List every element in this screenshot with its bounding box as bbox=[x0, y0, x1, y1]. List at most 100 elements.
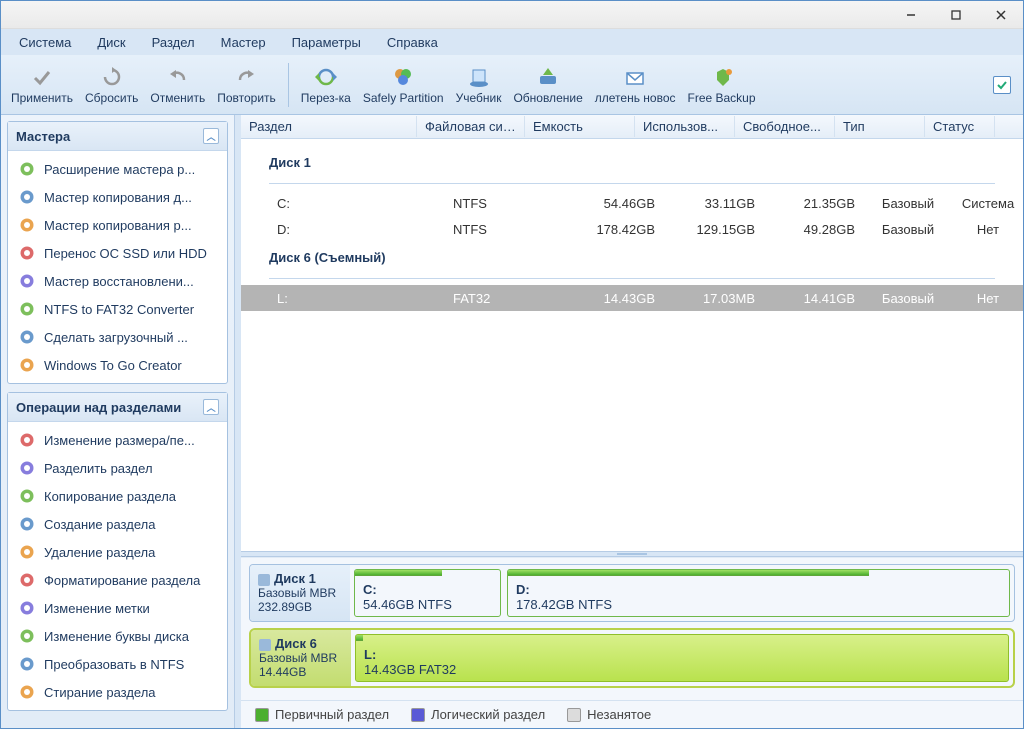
maximize-button[interactable] bbox=[933, 1, 978, 29]
table-row[interactable]: L:FAT3214.43GB17.03MB14.41GBБазовыйНет bbox=[241, 285, 1023, 311]
operation-icon bbox=[18, 599, 36, 617]
toolbar-label: Free Backup bbox=[688, 91, 756, 105]
column-header[interactable]: Файловая сист... bbox=[417, 116, 525, 137]
wizard-item[interactable]: Расширение мастера р... bbox=[8, 155, 227, 183]
disk-group-label: Диск 6 (Съемный) bbox=[241, 242, 1023, 274]
toolbar-book-button[interactable]: Учебник bbox=[450, 63, 508, 107]
column-header[interactable]: Свободное... bbox=[735, 116, 835, 137]
operation-icon bbox=[18, 459, 36, 477]
wizard-item[interactable]: Мастер восстановлени... bbox=[8, 267, 227, 295]
legend-item: Незанятое bbox=[567, 707, 651, 723]
wizard-icon bbox=[18, 356, 36, 374]
wizard-item-label: NTFS to FAT32 Converter bbox=[44, 302, 194, 317]
wizard-item[interactable]: Windows To Go Creator bbox=[8, 351, 227, 379]
close-button[interactable] bbox=[978, 1, 1023, 29]
operation-item[interactable]: Изменение размера/пе... bbox=[8, 426, 227, 454]
menu-Справка[interactable]: Справка bbox=[377, 32, 448, 53]
check-icon bbox=[30, 65, 54, 89]
wizard-item-label: Мастер копирования р... bbox=[44, 218, 192, 233]
table-row[interactable]: C:NTFS54.46GB33.11GB21.35GBБазовыйСистем… bbox=[241, 190, 1023, 216]
disk-icon bbox=[259, 639, 271, 651]
toolbar-backup-button[interactable]: Free Backup bbox=[682, 63, 762, 107]
table-cell: Система bbox=[953, 196, 1023, 211]
operation-item[interactable]: Разделить раздел bbox=[8, 454, 227, 482]
column-header[interactable]: Использов... bbox=[635, 116, 735, 137]
diskmap-row[interactable]: Диск 1Базовый MBR232.89GB C:54.46GB NTFS… bbox=[249, 564, 1015, 622]
wizard-item-label: Перенос ОС SSD или HDD bbox=[44, 246, 207, 261]
toolbar-shield-button[interactable]: Safely Partition bbox=[357, 63, 450, 107]
operation-item-label: Изменение метки bbox=[44, 601, 150, 616]
legend: Первичный разделЛогический разделНезанят… bbox=[241, 700, 1023, 728]
menu-Раздел[interactable]: Раздел bbox=[142, 32, 205, 53]
toolbar-redo-button[interactable]: Повторить bbox=[211, 63, 282, 107]
diskmap-row[interactable]: Диск 6Базовый MBR14.44GB L:14.43GB FAT32 bbox=[249, 628, 1015, 688]
wizard-item[interactable]: Мастер копирования д... bbox=[8, 183, 227, 211]
menu-Диск[interactable]: Диск bbox=[87, 32, 135, 53]
table-cell: Базовый bbox=[863, 222, 953, 237]
table-cell: 21.35GB bbox=[763, 196, 863, 211]
operation-icon bbox=[18, 515, 36, 533]
table-cell: 178.42GB bbox=[553, 222, 663, 237]
wizard-icon bbox=[18, 244, 36, 262]
toolbar-label: Safely Partition bbox=[363, 91, 444, 105]
operation-item[interactable]: Преобразовать в NTFS bbox=[8, 650, 227, 678]
column-header[interactable]: Раздел bbox=[241, 116, 417, 137]
operation-item-label: Стирание раздела bbox=[44, 685, 156, 700]
toolbar-label: Перез-ка bbox=[301, 91, 351, 105]
operation-item[interactable]: Форматирование раздела bbox=[8, 566, 227, 594]
cycle-icon bbox=[314, 65, 338, 89]
operation-item[interactable]: Копирование раздела bbox=[8, 482, 227, 510]
toolbar-mail-button[interactable]: ллетень новос bbox=[589, 63, 682, 107]
operation-icon bbox=[18, 683, 36, 701]
wizard-item-label: Сделать загрузочный ... bbox=[44, 330, 188, 345]
toolbar-cycle-button[interactable]: Перез-ка bbox=[295, 63, 357, 107]
toolbar-label: Применить bbox=[11, 91, 73, 105]
operation-item[interactable]: Удаление раздела bbox=[8, 538, 227, 566]
table-cell: 14.41GB bbox=[763, 291, 863, 306]
content-area: РазделФайловая сист...ЕмкостьИспользов..… bbox=[241, 115, 1023, 728]
wizard-icon bbox=[18, 328, 36, 346]
wizard-item[interactable]: NTFS to FAT32 Converter bbox=[8, 295, 227, 323]
table-cell: 17.03MB bbox=[663, 291, 763, 306]
menu-bar: Система Диск Раздел Мастер Параметры Справка bbox=[1, 29, 1023, 55]
collapse-icon[interactable]: ︿ bbox=[203, 128, 219, 144]
toolbar-update-button[interactable]: Обновление bbox=[507, 63, 588, 107]
menu-Параметры[interactable]: Параметры bbox=[282, 32, 371, 53]
operation-item-label: Создание раздела bbox=[44, 517, 155, 532]
table-row[interactable]: D:NTFS178.42GB129.15GB49.28GBБазовыйНет bbox=[241, 216, 1023, 242]
separator bbox=[269, 183, 995, 184]
operation-icon bbox=[18, 431, 36, 449]
menu-Мастер[interactable]: Мастер bbox=[211, 32, 276, 53]
diskmap-partition[interactable]: C:54.46GB NTFS bbox=[354, 569, 501, 617]
wizard-item[interactable]: Перенос ОС SSD или HDD bbox=[8, 239, 227, 267]
diskmap-partition[interactable]: L:14.43GB FAT32 bbox=[355, 634, 1009, 682]
toolbar-reload-button[interactable]: Сбросить bbox=[79, 63, 144, 107]
disk-icon bbox=[258, 574, 270, 586]
operation-item[interactable]: Создание раздела bbox=[8, 510, 227, 538]
menu-Система[interactable]: Система bbox=[9, 32, 81, 53]
operation-item[interactable]: Изменение буквы диска bbox=[8, 622, 227, 650]
operation-icon bbox=[18, 655, 36, 673]
toolbar-check-button[interactable]: Применить bbox=[5, 63, 79, 107]
wizard-item[interactable]: Мастер копирования р... bbox=[8, 211, 227, 239]
diskmap-partition[interactable]: D:178.42GB NTFS bbox=[507, 569, 1010, 617]
wizard-item[interactable]: Сделать загрузочный ... bbox=[8, 323, 227, 351]
wizards-panel-header[interactable]: Мастера ︿ bbox=[8, 122, 227, 151]
wizard-item-label: Мастер копирования д... bbox=[44, 190, 192, 205]
minimize-button[interactable] bbox=[888, 1, 933, 29]
operation-item[interactable]: Изменение метки bbox=[8, 594, 227, 622]
column-header[interactable]: Статус bbox=[925, 116, 995, 137]
pro-checkbox[interactable] bbox=[993, 76, 1011, 94]
collapse-icon[interactable]: ︿ bbox=[203, 399, 219, 415]
separator bbox=[269, 278, 995, 279]
redo-icon bbox=[234, 65, 258, 89]
operation-item[interactable]: Стирание раздела bbox=[8, 678, 227, 706]
operations-panel-header[interactable]: Операции над разделами ︿ bbox=[8, 393, 227, 422]
usage-bar bbox=[508, 570, 869, 576]
wizards-panel: Мастера ︿ Расширение мастера р... Мастер … bbox=[7, 121, 228, 384]
table-cell: NTFS bbox=[445, 222, 553, 237]
toolbar-label: Обновление bbox=[513, 91, 582, 105]
toolbar-undo-button[interactable]: Отменить bbox=[144, 63, 211, 107]
column-header[interactable]: Тип bbox=[835, 116, 925, 137]
column-header[interactable]: Емкость bbox=[525, 116, 635, 137]
